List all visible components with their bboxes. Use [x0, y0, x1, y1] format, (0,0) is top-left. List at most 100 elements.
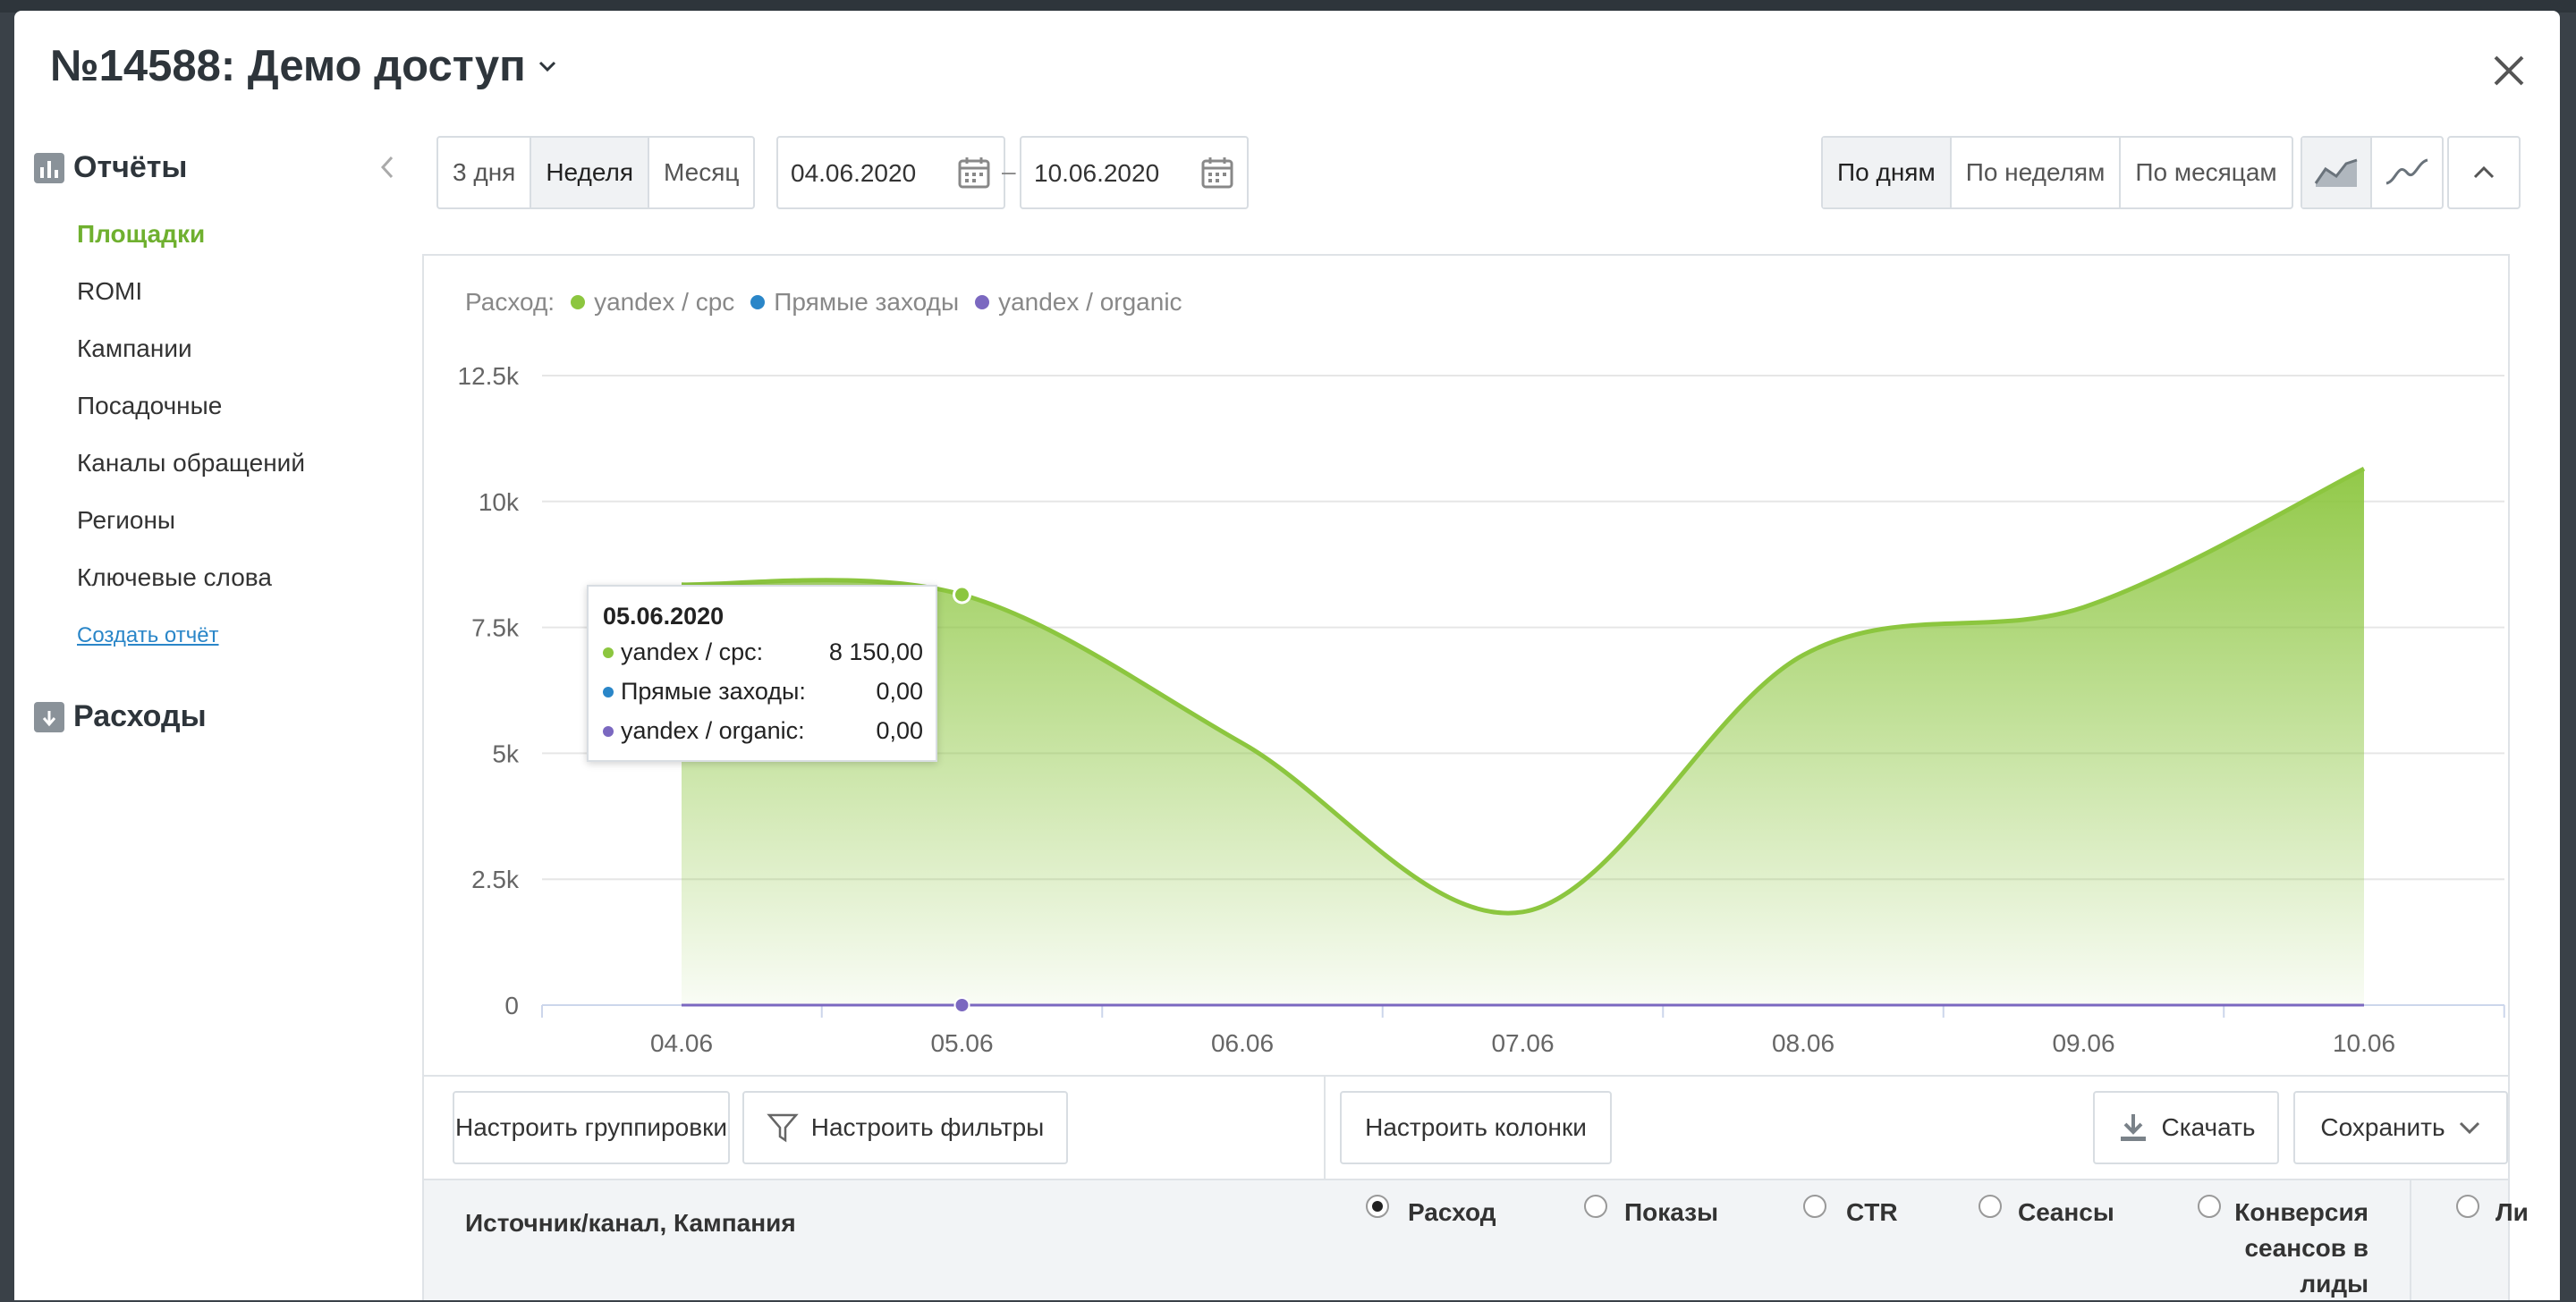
x-tick-label: 10.06: [2333, 1029, 2395, 1057]
hover-marker-cpc: [953, 585, 971, 604]
metric-label-leads: Ли: [2496, 1198, 2529, 1226]
modal-title[interactable]: №14588: Демо доступ: [50, 41, 558, 91]
action-bar-divider: [1324, 1077, 1326, 1180]
configure-filters-button[interactable]: Настроить фильтры: [742, 1091, 1068, 1164]
metric-radio-expense[interactable]: [1366, 1195, 1389, 1218]
y-tick-label: 0: [504, 992, 519, 1019]
download-clipboard-icon: [34, 701, 64, 732]
reports-title-label: Отчёты: [73, 150, 188, 184]
sidebar-item-landings[interactable]: Посадочные: [77, 377, 305, 435]
period-week[interactable]: Неделя: [531, 138, 649, 207]
calendar-icon[interactable]: [1200, 156, 1234, 190]
reports-section-title[interactable]: Отчёты: [34, 150, 187, 185]
bar-chart-icon: [34, 152, 64, 183]
tooltip-label-cpc: yandex / cpc:: [621, 638, 764, 665]
metric-radio-sessions[interactable]: [1979, 1195, 2002, 1218]
download-button[interactable]: Скачать: [2093, 1091, 2279, 1164]
period-month[interactable]: Месяц: [649, 138, 753, 207]
chevron-down-icon: [2459, 1121, 2479, 1135]
chevron-up-icon: [2473, 165, 2495, 179]
legend-item-direct[interactable]: Прямые заходы: [774, 288, 959, 317]
date-range-dash: –: [1002, 157, 1016, 185]
legend-dot-cpc: [571, 295, 586, 309]
configure-groupings-label: Настроить группировки: [455, 1113, 727, 1141]
sidebar-item-keywords[interactable]: Ключевые слова: [77, 549, 305, 606]
legend-item-cpc[interactable]: yandex / cpc: [594, 288, 734, 317]
group-by-days[interactable]: По дням: [1823, 138, 1952, 207]
filter-icon: [767, 1113, 799, 1143]
date-to-picker: [1020, 136, 1249, 209]
create-report-link[interactable]: Создать отчёт: [77, 623, 219, 648]
period-3-days[interactable]: 3 дня: [438, 138, 532, 207]
metric-label-sessions: Сеансы: [2018, 1198, 2114, 1226]
metric-radio-ctr[interactable]: [1803, 1195, 1826, 1218]
sidebar-item-campaigns[interactable]: Кампании: [77, 320, 305, 377]
tooltip-label-direct: Прямые заходы:: [621, 678, 806, 705]
date-from-picker: [776, 136, 1005, 209]
line-chart-button[interactable]: [2372, 138, 2442, 207]
table-column-divider: [2410, 1179, 2411, 1300]
sidebar-report-list: Площадки ROMI Кампании Посадочные Каналы…: [77, 206, 305, 606]
tooltip-row-organic: yandex / organic: 0,00: [603, 717, 923, 745]
legend-dot-organic: [975, 295, 990, 309]
metric-label-impressions: Показы: [1624, 1198, 1718, 1226]
date-from-input[interactable]: [791, 156, 952, 191]
chart-tooltip: 05.06.2020 yandex / cpc: 8 150,00 Прямые…: [587, 585, 937, 762]
y-tick-label: 5k: [492, 740, 520, 767]
line-chart-icon: [2385, 158, 2428, 185]
y-tick-label: 10k: [479, 488, 520, 516]
y-tick-label: 7.5k: [471, 614, 520, 642]
configure-filters-label: Настроить фильтры: [810, 1113, 1045, 1141]
column-header-source: Источник/канал, Кампания: [465, 1209, 796, 1237]
tooltip-date: 05.06.2020: [603, 603, 724, 630]
hover-marker-organic: [953, 997, 970, 1013]
tooltip-dot-cpc: [603, 647, 614, 658]
y-tick-label: 12.5k: [458, 362, 520, 390]
tooltip-dot-organic: [603, 725, 614, 737]
sidebar-item-regions[interactable]: Регионы: [77, 492, 305, 549]
expenses-title-label: Расходы: [73, 699, 207, 733]
tooltip-value-cpc: 8 150,00: [828, 638, 923, 665]
x-tick-label: 06.06: [1211, 1029, 1274, 1057]
download-icon: [2120, 1114, 2146, 1141]
configure-groupings-button[interactable]: Настроить группировки: [453, 1091, 730, 1164]
legend-item-organic[interactable]: yandex / organic: [998, 288, 1182, 317]
area-chart-button[interactable]: [2302, 138, 2372, 207]
sidebar-item-channels[interactable]: Каналы обращений: [77, 435, 305, 492]
sidebar-item-platforms[interactable]: Площадки: [77, 206, 305, 263]
tooltip-row-cpc: yandex / cpc: 8 150,00: [603, 638, 923, 666]
legend-dot-direct: [750, 295, 766, 309]
tooltip-row-direct: Прямые заходы: 0,00: [603, 678, 923, 706]
area-chart-icon: [2314, 158, 2358, 187]
chevron-down-icon: [538, 61, 555, 72]
sidebar-item-romi[interactable]: ROMI: [77, 263, 305, 320]
configure-columns-button[interactable]: Настроить колонки: [1340, 1091, 1612, 1164]
download-label: Скачать: [2161, 1113, 2256, 1141]
x-tick-label: 05.06: [930, 1029, 993, 1057]
period-selector: 3 дня Неделя Месяц: [436, 136, 756, 209]
metric-radio-leads[interactable]: [2456, 1195, 2479, 1218]
y-tick-label: 2.5k: [471, 866, 520, 893]
expenses-section-title[interactable]: Расходы: [34, 699, 207, 734]
save-label: Сохранить: [2320, 1113, 2445, 1141]
x-tick-label: 07.06: [1491, 1029, 1554, 1057]
save-button[interactable]: Сохранить: [2293, 1091, 2508, 1164]
metric-label-ctr: CTR: [1846, 1198, 1898, 1226]
metric-label-conversion: Конверсия сеансов в лиды: [2234, 1198, 2368, 1298]
group-by-months[interactable]: По месяцам: [2121, 138, 2291, 207]
modal-title-text: №14588: Демо доступ: [50, 42, 526, 90]
report-action-bar: Настроить группировки Настроить фильтры …: [424, 1075, 2508, 1180]
collapse-chart-button[interactable]: [2449, 138, 2519, 207]
metric-radio-impressions[interactable]: [1584, 1195, 1607, 1218]
group-by-weeks[interactable]: По неделям: [1952, 138, 2122, 207]
grouping-selector: По дням По неделям По месяцам: [1821, 136, 2293, 209]
calendar-icon[interactable]: [957, 156, 991, 190]
close-icon[interactable]: [2488, 50, 2529, 91]
report-table-header: [424, 1179, 2508, 1300]
x-tick-label: 09.06: [2052, 1029, 2114, 1057]
date-to-input[interactable]: [1034, 156, 1195, 191]
chart-legend: Расход: yandex / cpc Прямые заходы yande…: [465, 288, 1182, 317]
chevron-left-icon[interactable]: [376, 154, 399, 181]
x-tick-label: 04.06: [650, 1029, 713, 1057]
tooltip-label-organic: yandex / organic:: [621, 717, 805, 744]
